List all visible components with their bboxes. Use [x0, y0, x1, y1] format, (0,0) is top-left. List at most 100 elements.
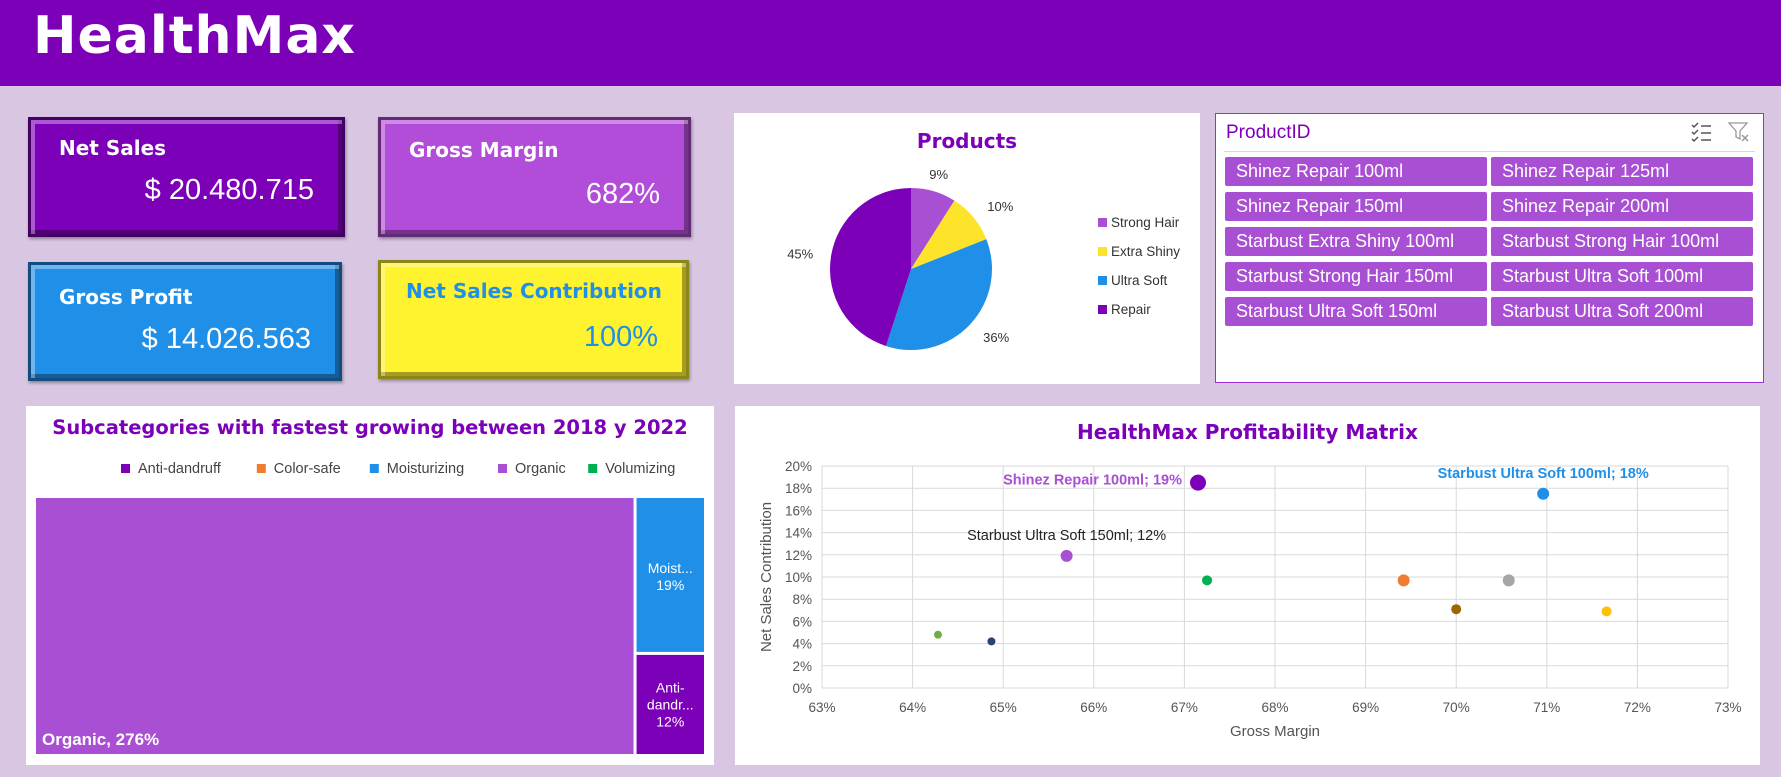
y-tick-label: 16% [785, 503, 812, 518]
legend-swatch [369, 464, 379, 473]
slicer-item[interactable]: Shinez Repair 150ml [1225, 192, 1487, 221]
legend-label: Organic [515, 461, 566, 477]
y-tick-label: 0% [792, 681, 812, 696]
legend-label: Extra Shiny [1111, 244, 1180, 259]
y-tick-label: 12% [785, 548, 812, 563]
kpi-label: Net Sales [59, 136, 167, 160]
scatter-data-label: Starbust Ultra Soft 100ml; 18% [1438, 466, 1649, 482]
products-pie-panel: Products 9% 10% 36% 45% Strong Hair Extra Shi… [734, 113, 1200, 384]
legend-swatch [256, 464, 266, 473]
legend-label: Repair [1111, 302, 1151, 317]
kpi-label: Net Sales Contribution [406, 279, 662, 303]
header-bar: HealthMax [0, 0, 1781, 86]
scatter-point [1537, 487, 1550, 500]
kpi-value: 682% [585, 178, 660, 210]
treemap-chart: Anti-dandruff Color-safe Moisturizing Organ… [36, 461, 704, 754]
scatter-point [1601, 606, 1612, 617]
treemap-cell-organic [36, 498, 634, 754]
treemap-panel: Subcategories with fastest growing betwe… [26, 406, 714, 765]
treemap-label: 12% [656, 713, 684, 729]
legend-label: Anti-dandruff [138, 461, 222, 477]
scatter-point [1451, 604, 1462, 615]
y-tick-label: 4% [792, 637, 812, 652]
legend-swatch [588, 464, 598, 473]
x-tick-label: 66% [1080, 700, 1107, 715]
legend-swatch [1098, 305, 1107, 314]
pie-data-label: 36% [983, 330, 1009, 345]
slicer-item[interactable]: Starbust Extra Shiny 100ml [1225, 227, 1487, 256]
kpi-value: $ 14.026.563 [141, 323, 311, 355]
scatter-point [933, 630, 942, 639]
productid-slicer: ProductID Shinez Repair 100ml Shinez Repa… [1215, 113, 1764, 383]
treemap-label: Anti- [656, 679, 685, 695]
clear-filter-icon[interactable] [1728, 121, 1750, 143]
kpi-net-sales[interactable]: Net Sales $ 20.480.715 [28, 117, 345, 237]
slicer-item[interactable]: Starbust Ultra Soft 150ml [1225, 297, 1487, 326]
legend-swatch [1098, 218, 1107, 227]
pie-data-label: 45% [787, 247, 813, 262]
x-tick-label: 72% [1624, 700, 1651, 715]
scatter-chart: 63% 64% 65% 66% 67% 68% 69% 70% 71% 72% 73% 0% 2% 4% 6… [758, 459, 1742, 740]
y-tick-label: 10% [785, 570, 812, 585]
slicer-item[interactable]: Shinez Repair 200ml [1491, 192, 1753, 221]
multi-select-icon[interactable] [1690, 121, 1712, 143]
y-axis-title: Net Sales Contribution [758, 502, 775, 652]
slicer-item[interactable]: Starbust Ultra Soft 200ml [1491, 297, 1753, 326]
x-tick-label: 68% [1261, 700, 1288, 715]
y-tick-label: 18% [785, 481, 812, 496]
kpi-label: Gross Profit [59, 285, 193, 309]
scatter-point [1060, 549, 1073, 562]
treemap-label: 19% [656, 577, 684, 593]
slicer-divider [1224, 151, 1755, 152]
treemap-label: Moist... [648, 560, 693, 576]
legend-label: Moisturizing [387, 461, 464, 477]
pie-data-label: 9% [929, 167, 948, 182]
scatter-data-label: Shinez Repair 100ml; 19% [1003, 473, 1182, 489]
legend-label: Strong Hair [1111, 215, 1180, 230]
scatter-panel: HealthMax Profitability Matrix 63% 64% 65%… [735, 406, 1760, 765]
legend-label: Color-safe [274, 461, 341, 477]
kpi-net-sales-contribution[interactable]: Net Sales Contribution 100% [378, 260, 689, 379]
slicer-title: ProductID [1226, 122, 1311, 143]
scatter-point [987, 637, 996, 646]
y-tick-label: 2% [792, 659, 812, 674]
scatter-point [1202, 575, 1213, 586]
legend-label: Ultra Soft [1111, 273, 1168, 288]
kpi-label: Gross Margin [409, 138, 559, 162]
x-tick-label: 65% [990, 700, 1017, 715]
x-axis-title: Gross Margin [1230, 723, 1320, 740]
treemap-label: Organic, 276% [42, 730, 159, 749]
x-tick-label: 64% [899, 700, 926, 715]
pie-data-label: 10% [987, 199, 1013, 214]
x-tick-label: 67% [1171, 700, 1198, 715]
app-title: HealthMax [33, 6, 356, 66]
scatter-point [1502, 574, 1515, 587]
slicer-item[interactable]: Starbust Strong Hair 150ml [1225, 262, 1487, 291]
legend-swatch [1098, 276, 1107, 285]
kpi-value: 100% [583, 321, 658, 353]
kpi-value: $ 20.480.715 [144, 174, 314, 206]
legend-swatch [498, 464, 507, 473]
y-tick-label: 20% [785, 459, 812, 474]
x-tick-label: 70% [1443, 700, 1470, 715]
scatter-point [1189, 474, 1206, 491]
legend-swatch [1098, 247, 1107, 256]
kpi-gross-profit[interactable]: Gross Profit $ 14.026.563 [28, 262, 342, 381]
x-tick-label: 73% [1714, 700, 1741, 715]
x-tick-label: 71% [1533, 700, 1560, 715]
kpi-gross-margin[interactable]: Gross Margin 682% [378, 117, 691, 237]
slicer-item[interactable]: Starbust Ultra Soft 100ml [1491, 262, 1753, 291]
y-tick-label: 8% [792, 592, 812, 607]
legend-label: Volumizing [605, 461, 675, 477]
slicer-item[interactable]: Starbust Strong Hair 100ml [1491, 227, 1753, 256]
legend-swatch [121, 464, 130, 473]
slicer-item[interactable]: Shinez Repair 100ml [1225, 157, 1487, 186]
treemap-label: dandr... [647, 696, 694, 712]
x-tick-label: 63% [808, 700, 835, 715]
scatter-data-label: Starbust Ultra Soft 150ml; 12% [967, 528, 1166, 544]
y-tick-label: 6% [792, 614, 812, 629]
pie-chart: 9% 10% 36% 45% Strong Hair Extra Shiny Ultra S… [787, 167, 1180, 350]
slicer-item[interactable]: Shinez Repair 125ml [1491, 157, 1753, 186]
scatter-point [1397, 574, 1410, 587]
x-tick-label: 69% [1352, 700, 1379, 715]
